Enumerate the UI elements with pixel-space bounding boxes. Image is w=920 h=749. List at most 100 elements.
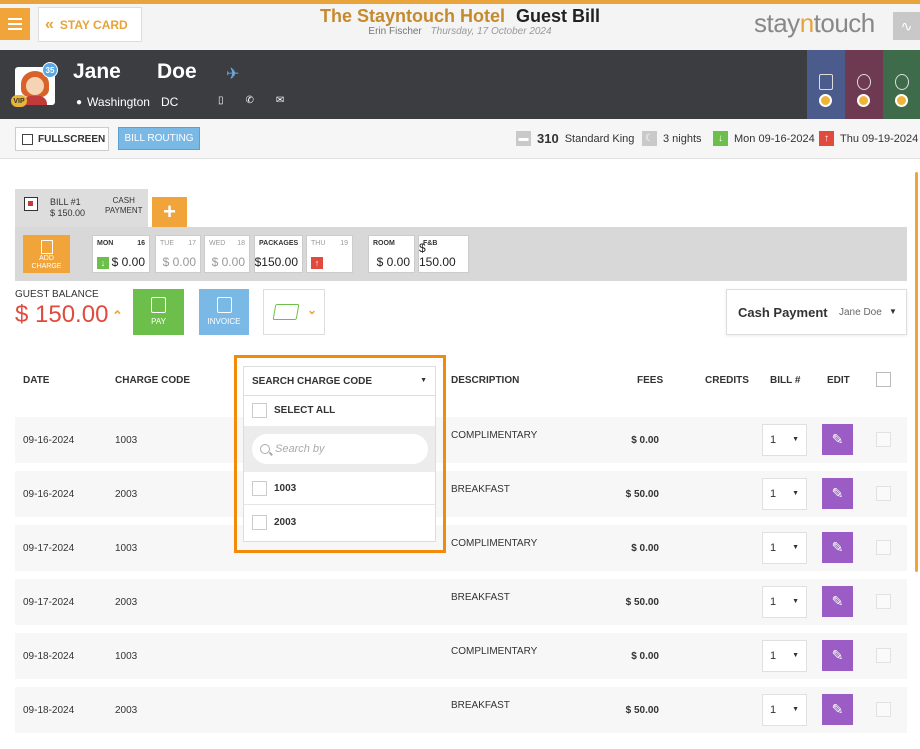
day-box-mon[interactable]: MON 16 ↓ $ 0.00 (92, 235, 150, 273)
edit-button[interactable]: ✎ (822, 478, 853, 509)
bill-routing-button[interactable]: BILL ROUTING (118, 127, 200, 150)
email-icon[interactable]: ✉ (276, 95, 284, 106)
nights-info: ☾ 3 nights (642, 131, 702, 146)
caret-down-icon: ▼ (420, 377, 427, 384)
edit-button[interactable]: ✎ (822, 694, 853, 725)
bill-payment-line1: CASH (112, 196, 135, 205)
payment-method-select[interactable]: Cash Payment Jane Doe ▼ (726, 289, 907, 335)
card-tab-guest[interactable] (807, 50, 845, 119)
day-box-tue[interactable]: TUE 17 $ 0.00 (155, 235, 201, 273)
guest-city: Washington (87, 95, 150, 109)
hotel-name: The Stayntouch Hotel (319, 6, 505, 26)
table-row: 09-17-2024 2003 BREAKFAST $ 50.00 1 ▼ ✎ (15, 579, 907, 625)
card-tab-company[interactable] (845, 50, 883, 119)
option-checkbox[interactable] (252, 481, 267, 496)
bill-select[interactable]: 1 ▼ (762, 424, 807, 456)
room-info: ▬ 310 Standard King (516, 131, 634, 146)
guest-state: DC (160, 95, 179, 109)
user-name: Erin Fischer (368, 26, 422, 37)
charge-code-option-1003[interactable]: 1003 (244, 472, 435, 504)
activity-icon[interactable]: ∿ (893, 12, 920, 40)
guest-card-icon (819, 74, 833, 90)
loyalty-badge: 35 (42, 62, 58, 78)
table-row: 09-16-2024 1003 COMPLIMENTARY $ 0.00 1 ▼ … (15, 417, 907, 463)
row-checkbox[interactable] (876, 486, 891, 501)
charge-code-option-2003[interactable]: 2003 (244, 505, 435, 539)
table-row: 09-18-2024 2003 BREAKFAST $ 50.00 1 ▼ ✎ (15, 687, 907, 733)
select-all-option-checkbox[interactable] (252, 403, 267, 418)
search-icon (260, 444, 270, 454)
row-checkbox[interactable] (876, 432, 891, 447)
day-box-room[interactable]: ROOM $ 0.00 (368, 235, 415, 273)
edit-button[interactable]: ✎ (822, 532, 853, 563)
bed-icon: ▬ (516, 131, 531, 146)
edit-button[interactable]: ✎ (822, 424, 853, 455)
bill-select[interactable]: 1 ▼ (762, 694, 807, 726)
pay-button[interactable]: PAY (133, 289, 184, 335)
mobile-icon[interactable]: ▯ (218, 95, 224, 106)
charge-code-filter-select[interactable]: SEARCH CHARGE CODE ▼ (243, 366, 436, 396)
bill-tab-1[interactable]: BILL #1 $ 150.00 CASH PAYMENT (15, 189, 148, 227)
pin-icon[interactable]: ✈ (226, 64, 239, 84)
select-all-option[interactable]: SELECT ALL (244, 396, 435, 426)
add-charge-button[interactable]: ADD CHARGE (23, 235, 70, 273)
departure-arrow-icon: ↑ (819, 131, 834, 146)
guest-contact-icons: ▯ ✆ ✉ (218, 95, 284, 106)
invoice-button[interactable]: INVOICE (199, 289, 249, 335)
arrival-info: ↓ Mon 09-16-2024 (713, 131, 815, 146)
phone-icon[interactable]: ✆ (246, 95, 254, 106)
fullscreen-button[interactable]: FULLSCREEN (15, 127, 109, 151)
col-header-bill: BILL # (770, 375, 801, 386)
vip-badge: VIP (11, 95, 27, 107)
guest-location: ● Washington DC (76, 95, 178, 109)
bill-label: BILL #1 (50, 197, 81, 207)
col-header-date: DATE (23, 375, 50, 386)
guest-last-name[interactable]: Doe (157, 60, 197, 84)
row-checkbox[interactable] (876, 648, 891, 663)
charge-code-filter-menu: SELECT ALL Search by 1003 2003 (243, 396, 436, 542)
departure-info: ↑ Thu 09-19-2024 (819, 131, 918, 146)
room-number: 310 (537, 131, 559, 146)
pencil-icon: ✎ (831, 647, 844, 663)
stayntouch-logo: stayntouch (754, 8, 875, 38)
table-row: 09-17-2024 1003 COMPLIMENTARY $ 0.00 1 ▼ … (15, 525, 907, 571)
guest-balance-amount: $ 150.00 (15, 301, 109, 328)
bill-select[interactable]: 1 ▼ (762, 586, 807, 618)
card-tab-group[interactable] (883, 50, 920, 119)
guest-balance-label: GUEST BALANCE (15, 289, 99, 300)
option-checkbox[interactable] (252, 515, 267, 530)
day-box-wed[interactable]: WED 18 $ 0.00 (204, 235, 250, 273)
charge-code-search-input[interactable]: Search by (252, 434, 428, 464)
pencil-icon: ✎ (831, 485, 844, 501)
col-header-description: DESCRIPTION (451, 375, 520, 386)
day-box-thu[interactable]: THU 19 ↑ (306, 235, 353, 273)
caret-down-icon: ▼ (889, 307, 897, 316)
expand-icon (22, 133, 33, 145)
invoice-icon (217, 297, 232, 313)
departure-arrow-icon: ↑ (311, 257, 323, 269)
col-header-charge-code: CHARGE CODE (115, 375, 191, 386)
row-checkbox[interactable] (876, 594, 891, 609)
bill-select[interactable]: 1 ▼ (762, 478, 807, 510)
day-box-fnb[interactable]: F&B $ 150.00 (418, 235, 469, 273)
globe-icon (857, 74, 871, 90)
business-date: Thursday, 17 October 2024 (430, 26, 552, 37)
row-checkbox[interactable] (876, 540, 891, 555)
signature-button[interactable]: ⌄ (263, 289, 325, 335)
double-chevron-up-icon[interactable]: ⌃ (112, 308, 123, 324)
arrival-arrow-icon: ↓ (97, 257, 109, 269)
add-bill-button[interactable]: + (152, 197, 187, 227)
bill-select[interactable]: 1 ▼ (762, 640, 807, 672)
guest-first-name[interactable]: Jane (73, 60, 121, 84)
location-pin-icon: ● (76, 96, 83, 108)
edit-button[interactable]: ✎ (822, 586, 853, 617)
edit-button[interactable]: ✎ (822, 640, 853, 671)
row-checkbox[interactable] (876, 702, 891, 717)
day-box-packages[interactable]: PACKAGES $150.00 (254, 235, 303, 273)
nights-count: 3 nights (663, 132, 702, 145)
select-all-checkbox[interactable] (876, 372, 891, 387)
page-name: Guest Bill (516, 6, 601, 26)
scrollbar[interactable] (915, 172, 918, 572)
arrival-arrow-icon: ↓ (713, 131, 728, 146)
bill-select[interactable]: 1 ▼ (762, 532, 807, 564)
